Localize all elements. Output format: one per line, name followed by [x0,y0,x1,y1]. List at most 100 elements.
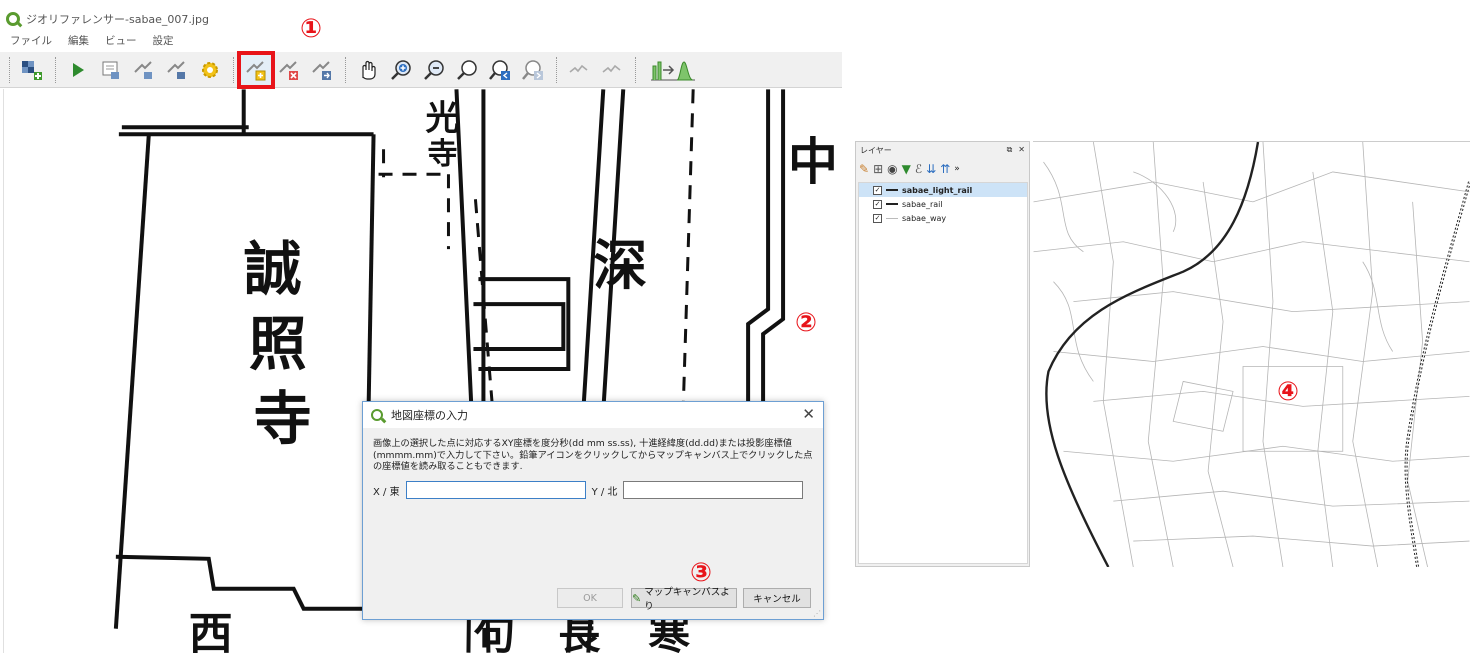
vector-map [1033,142,1470,567]
style-brush-icon[interactable]: ✎ [859,162,869,176]
dialog-title: 地図座標の入力 [391,409,468,422]
dialog-title-bar: 地図座標の入力 [363,402,823,428]
expression-filter-icon[interactable]: ℰ [915,162,922,176]
more-icon[interactable]: » [954,164,960,174]
layer-item-sabae-way[interactable]: ✓ sabae_way [859,211,1027,225]
filter-icon[interactable]: ▼ [902,162,911,176]
toolbar-separator [233,56,236,83]
cancel-button[interactable]: キャンセル [743,588,811,608]
layer-checkbox[interactable]: ✓ [873,199,882,209]
layers-panel: レイヤー ⧉ ✕ ✎ ⊞ ◉ ▼ ℰ ⇊ ⇈ » ✓ sabae_light_ra… [855,141,1030,567]
pan-icon [362,60,376,80]
save-gcp-button[interactable] [162,55,192,85]
move-gcp-icon [312,60,331,80]
georef-toolbar [0,50,842,89]
marker-1: ① [300,14,323,44]
histogram-button[interactable] [643,55,703,85]
link-qgis-button[interactable] [597,55,627,85]
qgis-map-canvas[interactable]: ④ [1033,141,1470,567]
menu-settings[interactable]: 設定 [153,33,174,48]
histogram-icon [651,60,695,80]
qgis-logo-icon [6,12,20,26]
save-gcp-icon [167,60,185,79]
title-bar: ジオリファレンサー-sabae_007.jpg [0,8,842,30]
float-icon[interactable]: ⧉ [1007,145,1013,155]
delete-point-button[interactable] [274,55,304,85]
zoom-last-icon [489,59,510,80]
start-georeferencing-icon [73,62,84,77]
map-char: 西 [189,609,233,653]
thin-line-symbol-icon [886,217,898,219]
map-char: 誠 [244,235,302,303]
add-point-icon [246,60,266,80]
from-map-canvas-button[interactable]: ✎ マップキャンバスより [631,587,737,612]
start-georeferencing-button[interactable] [63,55,93,85]
layers-panel-header: レイヤー ⧉ ✕ [856,142,1029,158]
toolbar-separator [556,56,559,83]
zoom-next-button[interactable] [518,55,548,85]
map-char: 照 [249,310,307,378]
resize-grip-icon[interactable]: ⋰ [813,609,821,618]
y-label: Y / 北 [591,486,618,498]
line-symbol-icon [886,189,898,191]
ok-button[interactable]: OK [557,588,623,608]
x-coordinate-input[interactable] [405,481,586,499]
pan-button[interactable] [353,55,383,85]
load-gcp-button[interactable] [129,55,159,85]
marker-2: ② [795,308,818,338]
toolbar-separator [55,56,58,83]
delete-point-icon [279,60,298,80]
menu-edit[interactable]: 編集 [68,33,89,48]
zoom-to-layer-button[interactable] [452,55,482,85]
zoom-to-layer-icon [457,59,477,80]
open-raster-button[interactable] [17,55,47,85]
link-georef-button[interactable] [564,55,594,85]
link-georef-icon [569,64,588,73]
menu-view[interactable]: ビュー [105,33,137,48]
qgis-logo-icon [371,409,383,421]
visibility-eye-icon[interactable]: ◉ [887,162,897,176]
layer-item-sabae-light-rail[interactable]: ✓ sabae_light_rail [859,183,1027,197]
x-label: X / 東 [373,486,400,498]
layer-checkbox[interactable]: ✓ [873,185,882,195]
link-qgis-icon [602,64,621,73]
dialog-description: 画像上の選択した点に対応するXY座標を度分秒(dd mm ss.ss), 十進経… [373,438,813,472]
close-icon[interactable]: ✕ [802,405,815,423]
layer-name: sabae_rail [902,199,943,209]
load-gcp-icon [134,60,152,79]
pencil-icon: ✎ [632,591,642,605]
layer-name: sabae_light_rail [902,185,973,195]
layers-toolbar: ✎ ⊞ ◉ ▼ ℰ ⇊ ⇈ » [856,158,1029,180]
toolbar-separator [635,56,638,83]
add-group-icon[interactable]: ⊞ [873,162,883,176]
zoom-in-button[interactable] [386,55,416,85]
generate-gdal-script-icon [102,61,119,79]
transformation-settings-button[interactable] [195,55,225,85]
dashed-line-symbol-icon [886,203,898,205]
map-char: 寺 [254,385,312,453]
menu-file[interactable]: ファイル [10,33,52,48]
toolbar-handle [9,56,12,83]
zoom-last-button[interactable] [485,55,515,85]
map-char: 深 [593,233,647,297]
from-map-canvas-label: マップキャンバスより [644,587,730,612]
expand-all-icon[interactable]: ⇊ [926,162,936,176]
move-gcp-button[interactable] [307,55,337,85]
open-raster-icon [22,60,42,80]
coordinate-row: X / 東 Y / 北 [373,480,815,500]
add-point-button[interactable] [237,50,275,89]
layer-item-sabae-rail[interactable]: ✓ sabae_rail [859,197,1027,211]
zoom-next-icon [522,59,543,80]
layer-checkbox[interactable]: ✓ [873,213,882,223]
y-coordinate-input[interactable] [623,481,804,499]
collapse-all-icon[interactable]: ⇈ [940,162,950,176]
menu-bar: ファイル 編集 ビュー 設定 [0,30,842,50]
generate-gdal-script-button[interactable] [96,55,126,85]
map-coordinates-dialog: 地図座標の入力 ✕ 画像上の選択した点に対応するXY座標を度分秒(dd mm s… [362,401,824,620]
map-char: 中 [788,132,838,191]
close-icon[interactable]: ✕ [1018,145,1025,155]
marker-4: ④ [1277,377,1300,407]
layer-name: sabae_way [902,213,947,223]
zoom-out-button[interactable] [419,55,449,85]
transformation-settings-icon [202,61,218,78]
